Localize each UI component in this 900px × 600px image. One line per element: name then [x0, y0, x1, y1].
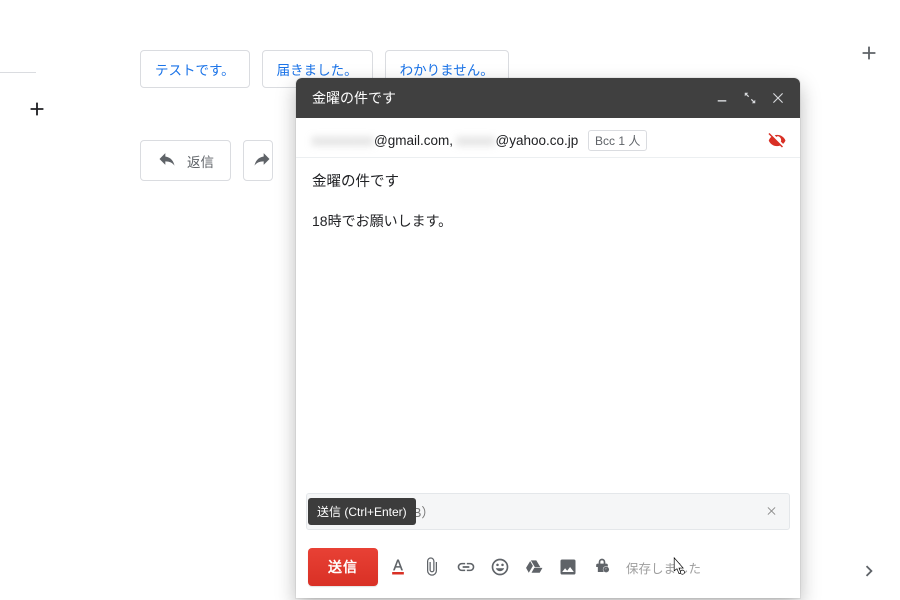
- reply-label: 返信: [187, 151, 214, 171]
- compose-title: 金曜の件です: [312, 88, 396, 108]
- close-icon[interactable]: [764, 84, 792, 112]
- confidential-off-icon[interactable]: [768, 130, 786, 151]
- compose-header[interactable]: 金曜の件です: [296, 78, 800, 118]
- recipient-text: @gmail.com,: [374, 133, 457, 148]
- left-add-button[interactable]: [26, 98, 48, 120]
- subject-field[interactable]: 金曜の件です: [296, 158, 800, 197]
- send-button[interactable]: 送信: [308, 548, 378, 586]
- left-divider: [0, 72, 36, 73]
- reply-button[interactable]: 返信: [140, 140, 231, 181]
- recipient-text: @yahoo.co.jp: [495, 133, 578, 148]
- forward-button[interactable]: [243, 140, 273, 181]
- recipient-hidden: xxxxx: [457, 133, 496, 148]
- send-tooltip: 送信 (Ctrl+Enter): [308, 498, 416, 525]
- sidepanel-collapse-button[interactable]: [858, 560, 880, 585]
- forward-icon: [252, 149, 272, 172]
- bcc-chip[interactable]: Bcc 1 人: [588, 130, 647, 151]
- link-icon[interactable]: [456, 557, 476, 577]
- drive-icon[interactable]: [524, 557, 544, 577]
- reply-icon: [157, 149, 177, 172]
- remove-attachment-icon[interactable]: [762, 500, 781, 523]
- sidepanel-add-button[interactable]: [858, 42, 880, 67]
- recipient-hidden: xxxxxxxx: [312, 133, 374, 148]
- formatting-icon[interactable]: [388, 557, 408, 577]
- emoji-icon[interactable]: [490, 557, 510, 577]
- recipients-row[interactable]: xxxxxxxx@gmail.com, xxxxx@yahoo.co.jp Bc…: [296, 118, 800, 157]
- message-body[interactable]: 18時でお願いします。: [296, 197, 800, 493]
- minimize-icon[interactable]: [708, 84, 736, 112]
- fullscreen-icon[interactable]: [736, 84, 764, 112]
- image-icon[interactable]: [558, 557, 578, 577]
- smart-reply-chip[interactable]: テストです。: [140, 50, 250, 88]
- compose-window: 金曜の件です xxxxxxxx@gmail.com, xxxxx@yahoo.c…: [296, 78, 800, 598]
- save-status: 保存しました: [626, 558, 701, 577]
- attach-icon[interactable]: [422, 557, 442, 577]
- compose-footer: 送信 保存しました: [296, 538, 800, 598]
- confidential-icon[interactable]: [592, 557, 612, 577]
